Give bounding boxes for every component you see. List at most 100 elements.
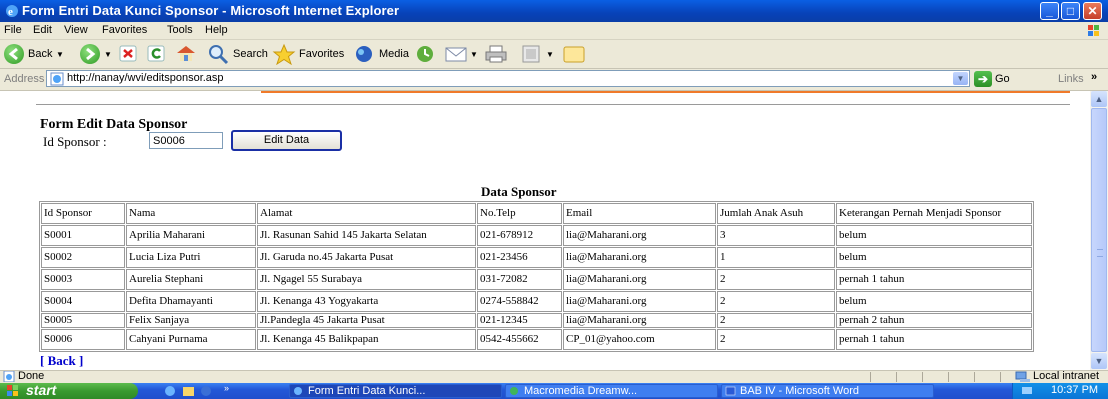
task-label: BAB IV - Microsoft Word: [740, 385, 859, 397]
title-bar: e Form Entri Data Kunci Sponsor - Micros…: [0, 0, 1108, 22]
home-button[interactable]: [174, 43, 198, 65]
table-cell: lia@Maharani.org: [563, 225, 716, 246]
favorites-label: Favorites: [299, 48, 345, 60]
stop-icon: [119, 45, 137, 62]
quicklaunch-chevron-icon[interactable]: »: [224, 383, 229, 393]
mail-button[interactable]: ▼: [444, 43, 480, 65]
close-button[interactable]: ✕: [1083, 2, 1102, 20]
table-cell: pernah 1 tahun: [836, 269, 1032, 290]
messenger-button[interactable]: [562, 43, 586, 65]
go-arrow-icon[interactable]: ➔: [974, 71, 992, 87]
links-button[interactable]: Links: [1058, 73, 1084, 85]
address-dropdown-icon[interactable]: ▼: [953, 72, 968, 85]
edit-page-button[interactable]: ▼: [520, 43, 556, 65]
table-cell: CP_01@yahoo.com: [563, 329, 716, 350]
table-row: S0002 Lucia Liza Putri Jl. Garuda no.45 …: [41, 247, 1032, 268]
refresh-button[interactable]: [146, 43, 168, 65]
menu-tools[interactable]: Tools: [167, 24, 193, 36]
history-icon: [417, 46, 433, 62]
table-cell: 2: [717, 329, 835, 350]
menu-file[interactable]: File: [4, 24, 22, 36]
back-label: Back: [28, 48, 53, 60]
clock[interactable]: 10:37 PM: [1051, 384, 1098, 396]
scroll-down-icon[interactable]: ▼: [1091, 353, 1107, 369]
media-quicklaunch-icon[interactable]: [200, 385, 213, 397]
status-divider: [974, 372, 975, 382]
table-cell: 021-678912: [477, 225, 562, 246]
form-title: Form Edit Data Sponsor: [40, 117, 188, 132]
status-divider: [948, 372, 949, 382]
table-cell: S0004: [41, 291, 125, 312]
task-label: Macromedia Dreamw...: [524, 385, 638, 397]
header-cell: Keterangan Pernah Menjadi Sponsor: [836, 203, 1032, 224]
divider: [36, 104, 1070, 105]
forward-dropdown-icon[interactable]: ▼: [104, 50, 112, 59]
search-button[interactable]: Search: [206, 43, 268, 65]
refresh-icon: [147, 45, 165, 62]
back-link[interactable]: [ Back ]: [40, 353, 83, 369]
table-header-row: Id Sponsor Nama Alamat No.Telp Email Jum…: [41, 203, 1032, 224]
search-label: Search: [233, 48, 268, 60]
minimize-button[interactable]: _: [1040, 2, 1059, 20]
status-divider: [1000, 372, 1001, 382]
ie-icon: e: [6, 5, 18, 18]
system-tray: 10:37 PM: [1012, 383, 1108, 399]
vertical-scrollbar[interactable]: ▲ ▼: [1090, 91, 1108, 370]
network-tray-icon[interactable]: [1021, 386, 1033, 396]
dreamweaver-task-icon: [510, 387, 518, 395]
id-sponsor-input[interactable]: [149, 132, 223, 149]
menu-edit[interactable]: Edit: [33, 24, 52, 36]
go-button[interactable]: Go: [995, 73, 1010, 85]
task-word[interactable]: BAB IV - Microsoft Word: [721, 384, 934, 398]
address-input[interactable]: http://nanay/wvi/editsponsor.asp ▼: [46, 70, 970, 87]
mail-dropdown-icon[interactable]: ▼: [470, 50, 478, 59]
table-cell: Felix Sanjaya: [126, 313, 256, 328]
table-cell: 031-72082: [477, 269, 562, 290]
window-title: Form Entri Data Kunci Sponsor - Microsof…: [22, 3, 400, 18]
table-cell: Jl. Kenanga 43 Yogyakarta: [257, 291, 476, 312]
media-button[interactable]: Media: [352, 43, 410, 65]
table-cell: 2: [717, 313, 835, 328]
history-button[interactable]: [414, 43, 436, 65]
menu-favorites[interactable]: Favorites: [102, 24, 147, 36]
table-cell: lia@Maharani.org: [563, 247, 716, 268]
task-ie-window[interactable]: Form Entri Data Kunci...: [289, 384, 502, 398]
task-dreamweaver[interactable]: Macromedia Dreamw...: [505, 384, 718, 398]
stop-button[interactable]: [118, 43, 140, 65]
back-button[interactable]: Back ▼: [2, 43, 74, 65]
forward-button[interactable]: ▼: [78, 43, 118, 65]
start-label: start: [26, 382, 57, 398]
print-icon: [485, 45, 507, 63]
scroll-thumb[interactable]: [1091, 108, 1107, 352]
links-chevron-icon[interactable]: »: [1091, 71, 1097, 83]
taskbar: start » Form Entri Data Kunci... Macrome…: [0, 382, 1108, 399]
table-cell: lia@Maharani.org: [563, 269, 716, 290]
back-dropdown-icon[interactable]: ▼: [56, 50, 64, 59]
table-cell: 0542-455662: [477, 329, 562, 350]
scroll-up-icon[interactable]: ▲: [1091, 91, 1107, 107]
header-cell: Email: [563, 203, 716, 224]
task-label: Form Entri Data Kunci...: [308, 385, 426, 397]
table-cell: 021-12345: [477, 313, 562, 328]
maximize-button[interactable]: □: [1061, 2, 1080, 20]
header-cell: No.Telp: [477, 203, 562, 224]
table-title: Data Sponsor: [481, 184, 557, 199]
ie-task-icon: [294, 387, 302, 395]
menu-help[interactable]: Help: [205, 24, 228, 36]
folder-quicklaunch-icon[interactable]: [182, 385, 195, 397]
table-row: S0006 Cahyani Purnama Jl. Kenanga 45 Bal…: [41, 329, 1032, 350]
header-cell: Alamat: [257, 203, 476, 224]
table-cell: Jl. Ngagel 55 Surabaya: [257, 269, 476, 290]
local-intranet-icon: [1015, 371, 1030, 382]
favorites-button[interactable]: Favorites: [272, 43, 352, 66]
ie-quicklaunch-icon[interactable]: [164, 385, 177, 397]
edit-dropdown-icon[interactable]: ▼: [546, 50, 554, 59]
start-button[interactable]: start: [0, 382, 138, 399]
menu-view[interactable]: View: [64, 24, 88, 36]
print-button[interactable]: [484, 43, 508, 65]
table-cell: Jl. Kenanga 45 Balikpapan: [257, 329, 476, 350]
edit-data-button[interactable]: Edit Data: [231, 130, 342, 151]
id-sponsor-label: Id Sponsor :: [43, 134, 107, 149]
table-cell: S0005: [41, 313, 125, 328]
toolbar: Back ▼ ▼ Search Favorites Media ▼ ▼: [0, 40, 1108, 69]
